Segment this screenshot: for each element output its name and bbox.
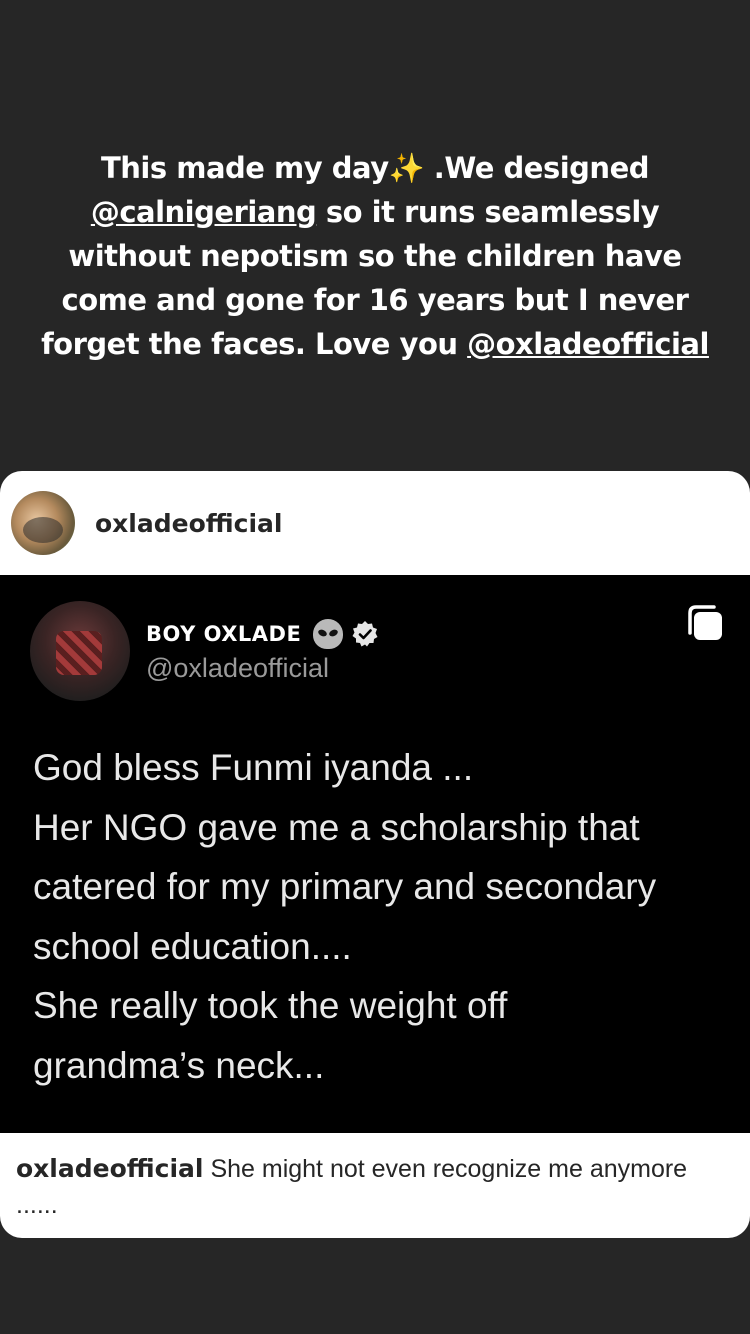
tweet-line: school education.... (33, 925, 352, 967)
sparkles-icon: ✨ (388, 151, 425, 185)
tweet-display-name: BOY OXLADE (146, 622, 302, 646)
tweet-name-row: BOY OXLADE (146, 619, 379, 649)
post-avatar[interactable] (11, 491, 75, 555)
tweet-line: She really took the weight off (33, 985, 508, 1026)
caption-username[interactable]: oxladeofficial (16, 1154, 203, 1183)
tweet-line: catered for my primary and secondary (33, 866, 657, 907)
copy-icon (688, 605, 722, 640)
tweet-avatar (30, 601, 130, 701)
caption-text-2: .We designed (424, 151, 650, 185)
alien-icon (313, 619, 344, 649)
shared-post-card[interactable]: oxladeofficial BOY OXLADE @oxladeofficia… (0, 471, 750, 1238)
post-username[interactable]: oxladeofficial (95, 509, 282, 538)
tweet-screenshot: BOY OXLADE @oxladeofficial God bless Fun… (0, 575, 750, 1133)
caption-text-1: This made my day (101, 151, 389, 185)
tweet-body: God bless Funmi iyanda ... Her NGO gave … (33, 738, 723, 1095)
post-caption: oxladeofficial She might not even recogn… (16, 1151, 716, 1223)
verified-badge-icon (352, 621, 378, 647)
mention-oxladeofficial[interactable]: @oxladeofficial (467, 327, 709, 361)
tweet-line: God bless Funmi iyanda ... (33, 747, 474, 788)
story-caption: This made my day✨ .We designed @calniger… (40, 146, 710, 366)
mention-calnigeriang[interactable]: @calnigeriang (91, 195, 317, 229)
post-header[interactable]: oxladeofficial (0, 471, 750, 575)
tweet-line: grandma’s neck... (33, 1044, 325, 1086)
tweet-handle: @oxladeofficial (146, 653, 330, 683)
tweet-line: Her NGO gave me a scholarship that (33, 806, 640, 848)
